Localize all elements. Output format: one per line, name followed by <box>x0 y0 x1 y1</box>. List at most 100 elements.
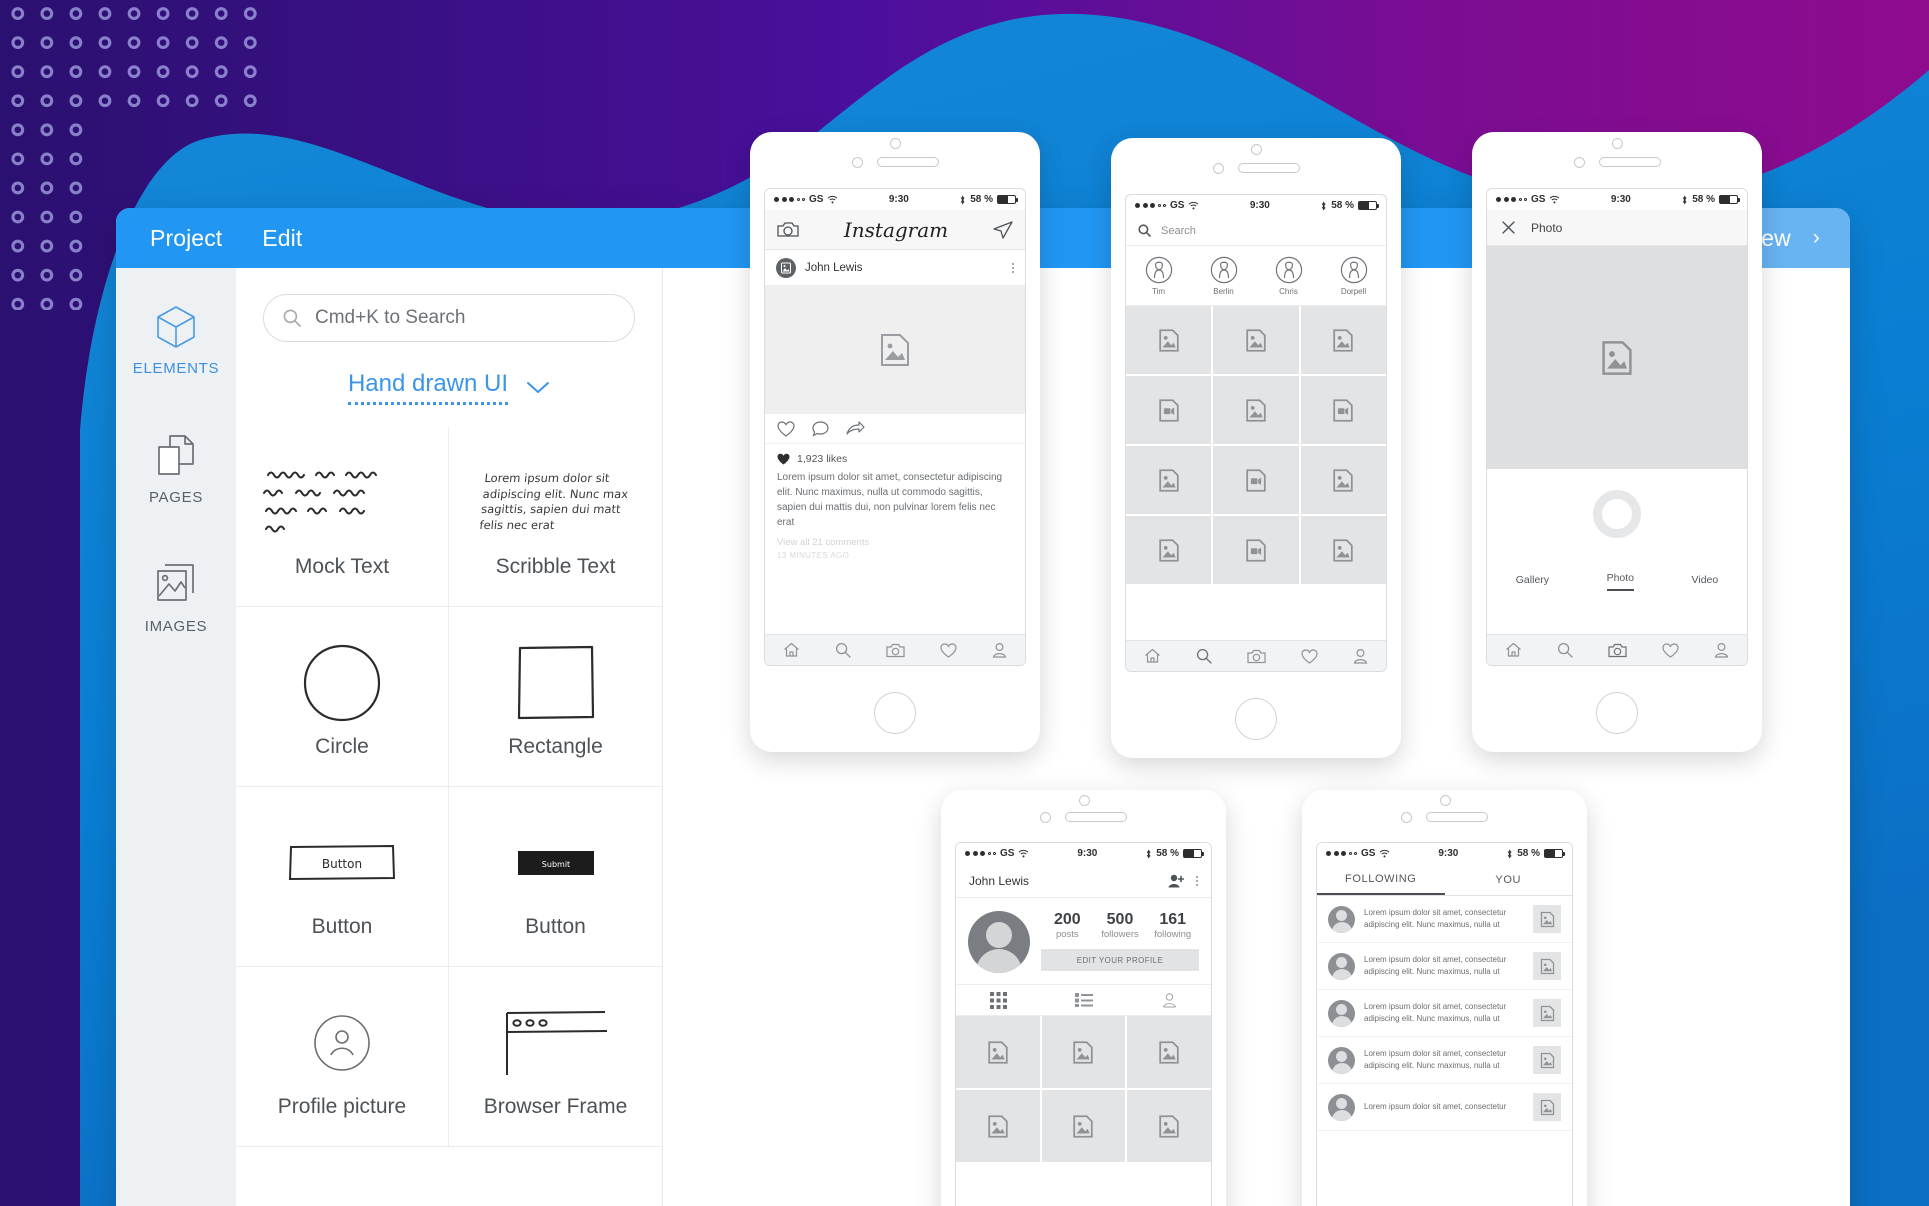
avatar[interactable] <box>776 257 796 278</box>
list-item[interactable]: Lorem ipsum dolor sit amet, consectetur … <box>1317 1037 1572 1084</box>
element-button-outline[interactable]: Button Button <box>236 787 449 967</box>
image-placeholder-icon <box>988 1040 1008 1064</box>
tab-you[interactable]: YOU <box>1445 864 1573 895</box>
grid-cell[interactable] <box>1213 446 1299 514</box>
photo-preview[interactable] <box>1487 246 1747 469</box>
search-icon[interactable] <box>1196 648 1212 664</box>
menu-edit[interactable]: Edit <box>262 225 302 252</box>
grid-cell[interactable] <box>1213 516 1299 584</box>
sidebar-item-pages[interactable]: PAGES <box>116 433 236 506</box>
grid-cell[interactable] <box>956 1016 1040 1088</box>
status-time: 9:30 <box>1077 848 1098 859</box>
story-item[interactable]: Tim <box>1145 256 1173 296</box>
story-item[interactable]: Berlin <box>1210 256 1238 296</box>
list-item[interactable]: Lorem ipsum dolor sit amet, consectetur … <box>1317 943 1572 990</box>
person-icon[interactable] <box>1353 648 1368 664</box>
grid-cell[interactable] <box>1213 376 1299 444</box>
element-mock-text[interactable]: Mock Text <box>236 427 449 607</box>
grid-cell[interactable] <box>1126 516 1212 584</box>
list-item[interactable]: Lorem ipsum dolor sit amet, consectetur … <box>1317 990 1572 1037</box>
grid-cell[interactable] <box>1041 1090 1126 1162</box>
video-placeholder-icon <box>1246 538 1266 562</box>
home-button[interactable] <box>1235 698 1277 740</box>
home-button[interactable] <box>874 692 916 734</box>
grid-cell[interactable] <box>1127 1090 1211 1162</box>
heart-icon[interactable] <box>777 420 795 437</box>
search-icon[interactable] <box>835 642 851 658</box>
search-icon[interactable] <box>1557 642 1573 658</box>
activity-thumbnail[interactable] <box>1533 999 1561 1027</box>
heart-icon[interactable] <box>1301 648 1318 664</box>
element-circle[interactable]: Circle <box>236 607 449 787</box>
tab-following[interactable]: FOLLOWING <box>1317 864 1445 895</box>
front-camera-icon <box>1439 795 1451 806</box>
grid-cell[interactable] <box>1126 306 1212 374</box>
more-vertical-icon[interactable] <box>1196 875 1198 886</box>
grid-cell[interactable] <box>1300 516 1386 584</box>
home-button[interactable] <box>1596 692 1638 734</box>
activity-text: Lorem ipsum dolor sit amet, consectetur … <box>1364 1049 1507 1070</box>
grid-cell[interactable] <box>1127 1016 1211 1088</box>
mode-tab-photo[interactable]: Photo <box>1606 572 1635 591</box>
more-vertical-icon[interactable] <box>1012 262 1014 273</box>
image-placeholder-icon <box>1540 958 1554 974</box>
heart-icon[interactable] <box>940 642 957 658</box>
post-username[interactable]: John Lewis <box>805 262 1003 274</box>
home-icon[interactable] <box>1144 648 1161 664</box>
element-browser-frame[interactable]: Browser Frame <box>449 967 662 1147</box>
menu-project[interactable]: Project <box>150 225 222 252</box>
grid-cell[interactable] <box>1126 446 1212 514</box>
search-input[interactable] <box>315 307 616 329</box>
list-view-icon[interactable] <box>1075 993 1094 1007</box>
activity-thumbnail[interactable] <box>1533 905 1561 933</box>
story-item[interactable]: Dorpell <box>1340 256 1368 296</box>
category-selector[interactable]: Hand drawn UI <box>236 370 662 405</box>
comment-icon[interactable] <box>812 420 829 437</box>
mode-tab-video[interactable]: Video <box>1692 574 1719 591</box>
grid-cell[interactable] <box>1300 306 1386 374</box>
grid-cell[interactable] <box>956 1090 1040 1162</box>
sidebar-item-images[interactable]: IMAGES <box>116 562 236 635</box>
grid-cell[interactable] <box>1041 1016 1126 1088</box>
camera-icon[interactable] <box>886 643 905 658</box>
home-icon[interactable] <box>783 642 800 658</box>
person-icon[interactable] <box>992 642 1007 658</box>
grid-cell[interactable] <box>1126 376 1212 444</box>
grid-cell[interactable] <box>1300 376 1386 444</box>
send-icon[interactable] <box>993 220 1013 240</box>
element-scribble-text[interactable]: Lorem ipsum dolor sit adipiscing elit. N… <box>449 427 662 607</box>
grid-cell[interactable] <box>1213 306 1299 374</box>
edit-profile-button[interactable]: EDIT YOUR PROFILE <box>1041 949 1199 971</box>
heart-icon[interactable] <box>1662 642 1679 658</box>
battery-pct: 58 % <box>1331 200 1354 211</box>
camera-icon[interactable] <box>777 221 799 238</box>
mode-tab-gallery[interactable]: Gallery <box>1516 574 1549 591</box>
image-placeholder-icon <box>1158 328 1179 352</box>
grid-cell[interactable] <box>1300 446 1386 514</box>
list-item[interactable]: Lorem ipsum dolor sit amet, consectetur <box>1317 1084 1572 1131</box>
list-item[interactable]: Lorem ipsum dolor sit amet, consectetur … <box>1317 896 1572 943</box>
add-person-icon[interactable] <box>1168 874 1184 888</box>
person-icon[interactable] <box>1714 642 1729 658</box>
search-box[interactable] <box>263 294 635 342</box>
element-profile-picture[interactable]: Profile picture <box>236 967 449 1147</box>
camera-icon[interactable] <box>1608 643 1627 658</box>
sidebar-item-elements[interactable]: ELEMENTS <box>116 304 236 377</box>
share-icon[interactable] <box>846 420 865 437</box>
grid-view-icon[interactable] <box>990 991 1008 1009</box>
tagged-view-icon[interactable] <box>1162 992 1177 1008</box>
camera-icon[interactable] <box>1247 649 1266 664</box>
phone-notch <box>1472 138 1762 174</box>
element-button-filled[interactable]: Submit Button <box>449 787 662 967</box>
activity-thumbnail[interactable] <box>1533 1046 1561 1074</box>
activity-thumbnail[interactable] <box>1533 952 1561 980</box>
home-icon[interactable] <box>1505 642 1522 658</box>
activity-thumbnail[interactable] <box>1533 1093 1561 1121</box>
element-rectangle[interactable]: Rectangle <box>449 607 662 787</box>
shutter-button[interactable] <box>1593 490 1641 538</box>
view-comments-link[interactable]: View all 21 comments <box>765 530 1025 548</box>
explore-search-bar[interactable]: Search <box>1126 216 1386 246</box>
avatar[interactable] <box>968 911 1030 973</box>
close-icon[interactable] <box>1501 220 1516 235</box>
story-item[interactable]: Chris <box>1275 256 1303 296</box>
